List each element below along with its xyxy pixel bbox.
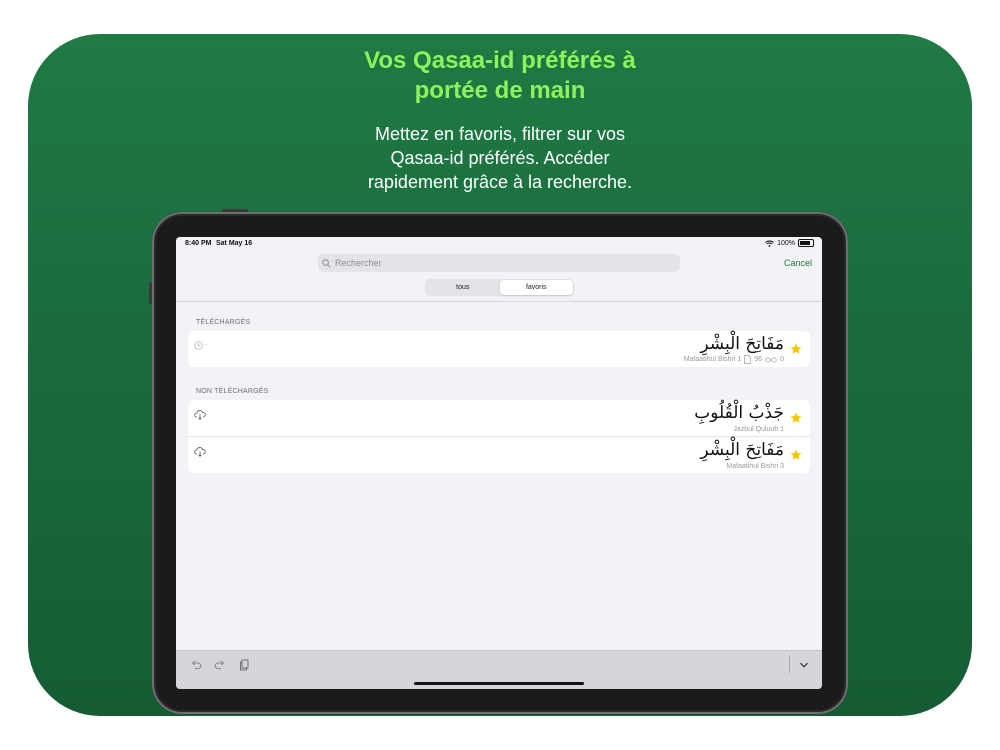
battery-icon [798,239,814,247]
headline-line-1: Vos Qasaa-id préférés à [364,47,636,74]
item-views: 0 [780,356,784,363]
clock-icon [194,341,203,350]
section-header-not-downloaded: NON TÉLÉCHARGÉS [196,388,269,395]
list-item[interactable]: - مَفَاتِحَ الْبِشْرِ Mafaatihul Bishri … [188,331,810,367]
promo-subheadline: Mettez en favoris, filtrer sur vos Qasaa… [28,122,972,194]
clipboard-icon[interactable] [238,659,250,671]
search-input[interactable]: Rechercher [335,258,382,268]
subhead-line-2: Qasaa-id préférés. Accéder [390,148,610,168]
item-pages: 96 [754,356,763,363]
star-icon[interactable] [790,343,802,355]
promo-headline: Vos Qasaa-id préférés à portée de main [28,46,972,106]
power-button [222,209,248,212]
volume-button [149,282,152,304]
item-arabic-title: مَفَاتِحَ الْبِشْرِ [700,440,784,460]
subhead-line-1: Mettez en favoris, filtrer sur vos [374,124,626,144]
not-downloaded-list: جَذْبُ الْقُلُوبِ Jazbul Quluub 1 مَفَات… [188,400,810,473]
item-name: Mafaatihul Bishri 3 [726,463,784,470]
undo-icon[interactable] [190,659,202,671]
cloud-download-icon[interactable] [194,410,206,420]
chevron-down-icon[interactable] [798,659,810,671]
header-divider [176,301,822,302]
item-meta: Mafaatihul Bishri 3 [726,463,784,470]
search-bar[interactable]: Rechercher [318,254,680,272]
toolbar-separator [789,655,790,673]
status-date: Sat May 16 [216,240,253,247]
star-icon[interactable] [790,412,802,424]
search-icon [322,258,331,268]
status-right-group: 100% [765,239,814,247]
status-text: - [205,342,208,349]
headline-line-2: portée de main [414,77,586,104]
wifi-icon [765,240,774,247]
list-item[interactable]: جَذْبُ الْقُلُوبِ Jazbul Quluub 1 [188,400,810,437]
cloud-download-icon[interactable] [194,447,206,457]
subhead-line-3: rapidement grâce à la recherche. [367,172,633,192]
item-name: Jazbul Quluub 1 [733,426,784,433]
app-screen: 8:40 PM Sat May 16 100% Rechercher Cance… [176,237,822,689]
item-meta: Jazbul Quluub 1 [733,426,784,433]
status-time: 8:40 PM [185,240,212,247]
redo-icon[interactable] [214,659,226,671]
home-indicator[interactable] [414,682,584,685]
keyboard-toolbar [176,650,822,689]
segment-tous[interactable]: tous [426,280,500,295]
star-icon[interactable] [790,449,802,461]
battery-percent: 100% [777,239,795,247]
item-arabic-title: جَذْبُ الْقُلُوبِ [694,403,784,423]
download-status: - [194,341,207,350]
segmented-control: tous favoris [425,279,574,296]
glasses-icon [765,356,777,363]
item-arabic-title: مَفَاتِحَ الْبِشْرِ [700,334,784,354]
item-name: Mafaatihul Bishri 1 [683,356,742,363]
list-item[interactable]: مَفَاتِحَ الْبِشْرِ Mafaatihul Bishri 3 [188,437,810,473]
status-bar: 8:40 PM Sat May 16 100% [176,237,822,251]
document-icon [744,355,752,364]
item-meta: Mafaatihul Bishri 1 96 0 [684,355,784,364]
segment-favoris[interactable]: favoris [499,280,573,295]
cancel-button[interactable]: Cancel [784,258,812,268]
downloaded-list: - مَفَاتِحَ الْبِشْرِ Mafaatihul Bishri … [188,331,810,367]
section-header-downloaded: TÉLÉCHARGÉS [196,319,251,326]
